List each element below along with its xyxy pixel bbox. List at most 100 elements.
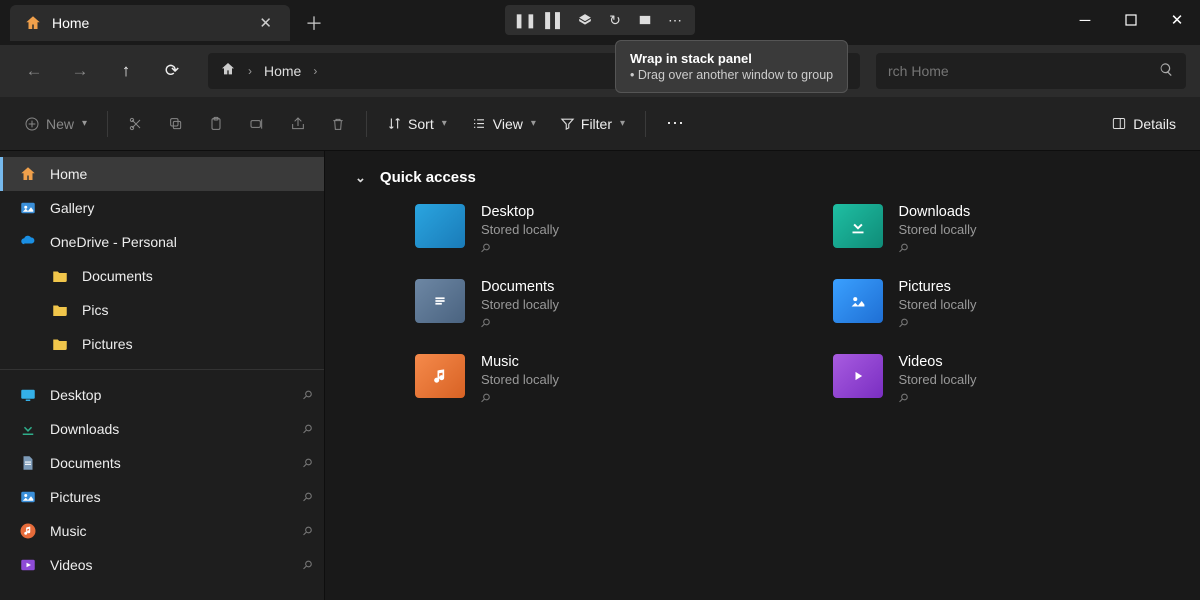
quick-access-item-documents[interactable]: DocumentsStored locally⚲	[415, 279, 753, 332]
more-button[interactable]: ⋯	[661, 9, 689, 31]
music-icon	[18, 521, 38, 541]
tab-close-button[interactable]: ✕	[255, 12, 276, 34]
sidebar-item-label: Home	[50, 166, 87, 182]
new-tab-button[interactable]: ＋	[296, 5, 332, 41]
home-icon	[24, 14, 42, 32]
sidebar: Home Gallery OneDrive - Personal Documents P…	[0, 151, 325, 600]
pause-button[interactable]: ❚❚	[511, 9, 539, 31]
home-icon	[220, 61, 236, 82]
sidebar-item-label: Gallery	[50, 200, 94, 216]
folder-icon	[415, 204, 465, 248]
cut-button[interactable]	[118, 106, 154, 142]
dock-button[interactable]: ▌▌	[541, 9, 569, 31]
chevron-down-icon: ▾	[620, 118, 625, 129]
share-button[interactable]	[280, 106, 316, 142]
videos-icon	[18, 555, 38, 575]
chevron-right-icon: ›	[313, 64, 317, 78]
sidebar-item-label: Documents	[82, 268, 153, 284]
tooltip-title: Wrap in stack panel	[630, 51, 833, 66]
search-box[interactable]	[876, 53, 1186, 89]
quick-access-header[interactable]: ⌄ Quick access	[355, 169, 1170, 186]
view-button[interactable]: View ▾	[461, 106, 546, 142]
pip-button[interactable]	[631, 9, 659, 31]
divider	[107, 111, 108, 137]
sidebar-item-pictures[interactable]: Pictures	[0, 327, 324, 361]
quick-access-grid: DesktopStored locally⚲DownloadsStored lo…	[355, 204, 1170, 407]
sidebar-item-desktop[interactable]: Desktop⚲	[0, 378, 324, 412]
filter-button[interactable]: Filter ▾	[550, 106, 635, 142]
tooltip-body: • Drag over another window to group	[630, 68, 833, 82]
layers-button[interactable]	[571, 9, 599, 31]
details-label: Details	[1133, 116, 1176, 132]
close-button[interactable]: ✕	[1154, 0, 1200, 40]
forward-button[interactable]: →	[60, 51, 100, 91]
chevron-right-icon: ›	[248, 64, 252, 78]
sidebar-item-videos[interactable]: Videos⚲	[0, 548, 324, 582]
pictures-icon	[18, 487, 38, 507]
quick-access-item-desktop[interactable]: DesktopStored locally⚲	[415, 204, 753, 257]
sidebar-item-documents[interactable]: Documents⚲	[0, 446, 324, 480]
sidebar-item-documents[interactable]: Documents	[0, 259, 324, 293]
maximize-button[interactable]	[1108, 0, 1154, 40]
item-subtitle: Stored locally	[899, 372, 977, 387]
item-name: Desktop	[481, 204, 559, 220]
quick-access-item-videos[interactable]: VideosStored locally⚲	[833, 354, 1171, 407]
quick-access-item-downloads[interactable]: DownloadsStored locally⚲	[833, 204, 1171, 257]
chevron-down-icon: ▾	[531, 118, 536, 129]
new-button[interactable]: New ▾	[14, 106, 97, 142]
toolbar: New ▾ Sort ▾ View ▾ Filter ▾ ⋯ Details	[0, 97, 1200, 151]
tab-home[interactable]: Home ✕	[10, 5, 290, 41]
item-subtitle: Stored locally	[481, 372, 559, 387]
copy-button[interactable]	[158, 106, 194, 142]
link-button[interactable]: ↻	[601, 9, 629, 31]
folder-icon	[833, 354, 883, 398]
downloads-icon	[18, 419, 38, 439]
up-button[interactable]: ↑	[106, 51, 146, 91]
divider	[0, 369, 324, 370]
more-button[interactable]: ⋯	[656, 106, 694, 142]
sidebar-item-label: Pictures	[50, 489, 101, 505]
sidebar-item-gallery[interactable]: Gallery	[0, 191, 324, 225]
quick-access-item-music[interactable]: MusicStored locally⚲	[415, 354, 753, 407]
sidebar-item-home[interactable]: Home	[0, 157, 324, 191]
address-bar: ← → ↑ ⟳ › Home ›	[0, 45, 1200, 97]
folder-icon	[833, 279, 883, 323]
sidebar-item-pictures[interactable]: Pictures⚲	[0, 480, 324, 514]
rename-button[interactable]	[238, 106, 276, 142]
item-subtitle: Stored locally	[481, 297, 559, 312]
refresh-button[interactable]: ⟳	[152, 51, 192, 91]
home-icon	[18, 164, 38, 184]
sidebar-item-onedrive---personal[interactable]: OneDrive - Personal	[0, 225, 324, 259]
chevron-down-icon: ⌄	[355, 170, 366, 186]
sidebar-item-label: OneDrive - Personal	[50, 234, 177, 250]
sidebar-item-pics[interactable]: Pics	[0, 293, 324, 327]
paste-button[interactable]	[198, 106, 234, 142]
folder-icon	[415, 354, 465, 398]
new-label: New	[46, 116, 74, 132]
delete-button[interactable]	[320, 106, 356, 142]
tooltip: Wrap in stack panel • Drag over another …	[615, 40, 848, 93]
item-name: Music	[481, 354, 559, 370]
window-controls: ─ ✕	[1062, 0, 1200, 40]
sidebar-item-downloads[interactable]: Downloads⚲	[0, 412, 324, 446]
divider	[366, 111, 367, 137]
quick-access-item-pictures[interactable]: PicturesStored locally⚲	[833, 279, 1171, 332]
tab-title: Home	[52, 15, 245, 31]
back-button[interactable]: ←	[14, 51, 54, 91]
search-input[interactable]	[888, 63, 1149, 79]
details-button[interactable]: Details	[1101, 106, 1186, 142]
minimize-button[interactable]: ─	[1062, 0, 1108, 40]
sidebar-item-label: Downloads	[50, 421, 119, 437]
sort-button[interactable]: Sort ▾	[377, 106, 457, 142]
folder-icon	[833, 204, 883, 248]
pin-icon: ⚲	[300, 387, 316, 403]
breadcrumb-location: Home	[264, 63, 301, 79]
view-label: View	[493, 116, 523, 132]
folder-icon	[50, 300, 70, 320]
content: ⌄ Quick access DesktopStored locally⚲Dow…	[325, 151, 1200, 600]
item-name: Videos	[899, 354, 977, 370]
pin-icon: ⚲	[895, 315, 911, 331]
sidebar-item-music[interactable]: Music⚲	[0, 514, 324, 548]
gallery-icon	[18, 198, 38, 218]
item-subtitle: Stored locally	[899, 297, 977, 312]
